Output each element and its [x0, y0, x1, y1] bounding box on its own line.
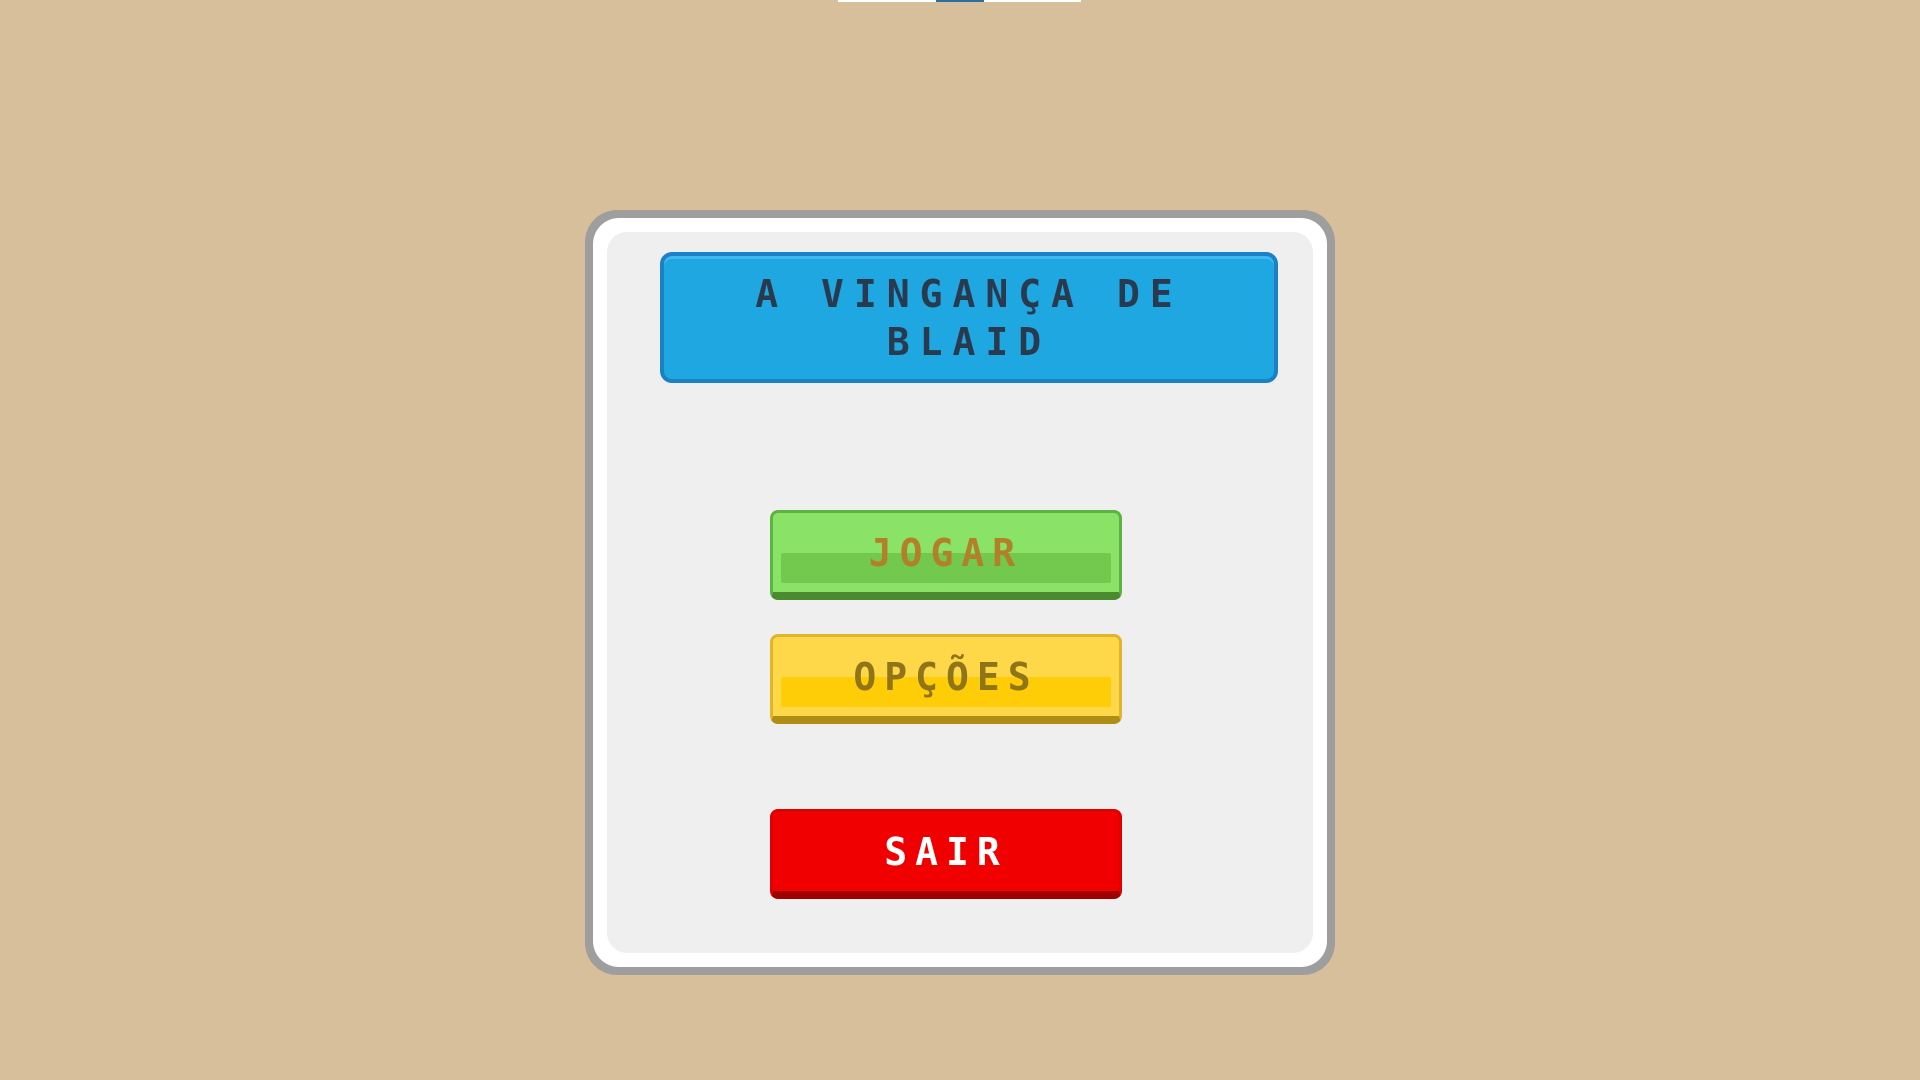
panel-frame: A VINGANÇA DE BLAID JOGAR OPÇÕES SAIR — [593, 218, 1327, 967]
exit-button[interactable]: SAIR — [770, 809, 1122, 899]
top-bar — [838, 0, 1081, 2]
play-button[interactable]: JOGAR — [770, 510, 1122, 600]
main-menu-panel: A VINGANÇA DE BLAID JOGAR OPÇÕES SAIR — [585, 210, 1335, 975]
exit-button-label: SAIR — [884, 829, 1008, 874]
options-button-label: OPÇÕES — [853, 654, 1039, 699]
options-button[interactable]: OPÇÕES — [770, 634, 1122, 724]
game-title: A VINGANÇA DE BLAID — [755, 271, 1183, 364]
panel-body: A VINGANÇA DE BLAID JOGAR OPÇÕES SAIR — [607, 232, 1313, 953]
top-bar-indicator — [936, 0, 984, 2]
play-button-label: JOGAR — [868, 530, 1024, 575]
game-title-banner: A VINGANÇA DE BLAID — [660, 252, 1278, 383]
